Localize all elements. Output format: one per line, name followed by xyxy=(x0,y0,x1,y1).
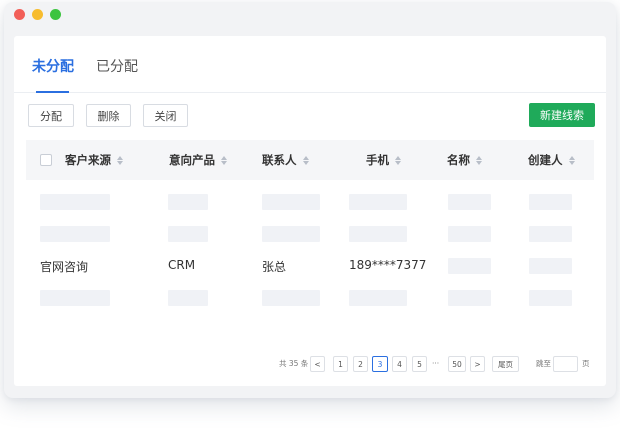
placeholder-bar xyxy=(168,290,208,306)
last-page-button[interactable]: 50 xyxy=(448,356,466,372)
page-button[interactable]: 4 xyxy=(392,356,407,372)
sort-icon[interactable] xyxy=(568,155,575,165)
placeholder-bar xyxy=(448,226,491,242)
sort-icon[interactable] xyxy=(221,155,227,165)
sort-icon[interactable] xyxy=(117,155,123,165)
placeholder-bar xyxy=(529,258,572,274)
cell-phone: 189****7377 xyxy=(349,258,427,272)
cell-source: 官网咨询 xyxy=(40,260,89,274)
column-label: 意向产品 xyxy=(169,153,215,167)
main-panel: 未分配 已分配 分配 删除 关闭 新建线索 客户来源 意向产品 联系人 手机 名… xyxy=(14,36,606,386)
next-page-button[interactable]: > xyxy=(470,356,485,372)
cell-product: CRM xyxy=(168,258,196,272)
column-header-name[interactable]: 名称 xyxy=(447,140,482,180)
placeholder-bar xyxy=(448,194,491,210)
page-unit-label: 页 xyxy=(582,359,590,368)
column-header-phone[interactable]: 手机 xyxy=(366,140,401,180)
cell-contact: 张总 xyxy=(262,260,287,274)
sort-icon[interactable] xyxy=(395,155,401,165)
placeholder-bar xyxy=(529,226,572,242)
placeholder-bar xyxy=(448,290,491,306)
placeholder-bar xyxy=(349,226,407,242)
column-header-contact[interactable]: 联系人 xyxy=(262,140,309,180)
table-header: 客户来源 意向产品 联系人 手机 名称 创建人 xyxy=(26,140,594,180)
close-window-button[interactable] xyxy=(14,9,25,20)
window-controls xyxy=(14,9,61,21)
new-lead-button[interactable]: 新建线索 xyxy=(529,103,595,127)
column-label: 创建人 xyxy=(528,153,563,167)
zoom-window-button[interactable] xyxy=(50,9,61,20)
sort-icon[interactable] xyxy=(302,155,309,165)
column-label: 联系人 xyxy=(262,153,297,167)
column-header-product[interactable]: 意向产品 xyxy=(169,140,227,180)
page-button[interactable]: 2 xyxy=(353,356,368,372)
select-all-checkbox[interactable] xyxy=(40,154,52,166)
placeholder-bar xyxy=(529,194,572,210)
jump-label: 跳至 xyxy=(536,359,551,368)
page-button[interactable]: 1 xyxy=(333,356,348,372)
close-button[interactable]: 关闭 xyxy=(143,104,188,127)
column-header-creator[interactable]: 创建人 xyxy=(528,140,575,180)
placeholder-bar xyxy=(262,194,320,210)
pagination-ellipsis: ··· xyxy=(432,359,440,368)
placeholder-bar xyxy=(40,194,110,210)
placeholder-bar xyxy=(448,258,491,274)
placeholder-bar xyxy=(529,290,572,306)
placeholder-bar xyxy=(40,290,110,306)
column-label: 客户来源 xyxy=(65,153,111,167)
page-button[interactable]: 5 xyxy=(412,356,427,372)
column-label: 手机 xyxy=(366,153,389,167)
minimize-window-button[interactable] xyxy=(32,9,43,20)
page-button-current[interactable]: 3 xyxy=(372,356,388,372)
column-header-source[interactable]: 客户来源 xyxy=(65,140,123,180)
delete-button[interactable]: 删除 xyxy=(86,104,131,127)
app-window: 未分配 已分配 分配 删除 关闭 新建线索 客户来源 意向产品 联系人 手机 名… xyxy=(4,2,616,398)
assign-button[interactable]: 分配 xyxy=(28,104,74,127)
tab-assigned[interactable]: 已分配 xyxy=(96,56,138,76)
placeholder-bar xyxy=(168,226,208,242)
jump-page-input[interactable] xyxy=(553,356,578,372)
placeholder-bar xyxy=(40,226,110,242)
placeholder-bar xyxy=(168,194,208,210)
tab-bar: 未分配 已分配 xyxy=(14,36,606,93)
placeholder-bar xyxy=(262,290,320,306)
tab-unassigned[interactable]: 未分配 xyxy=(32,56,74,76)
prev-page-button[interactable]: < xyxy=(310,356,325,372)
go-to-last-button[interactable]: 尾页 xyxy=(492,356,519,372)
placeholder-bar xyxy=(349,290,407,306)
placeholder-bar xyxy=(262,226,320,242)
sort-icon[interactable] xyxy=(476,155,482,165)
active-tab-indicator xyxy=(36,91,69,93)
total-count: 共 35 条 xyxy=(279,359,309,368)
column-label: 名称 xyxy=(447,153,470,167)
placeholder-bar xyxy=(349,194,407,210)
